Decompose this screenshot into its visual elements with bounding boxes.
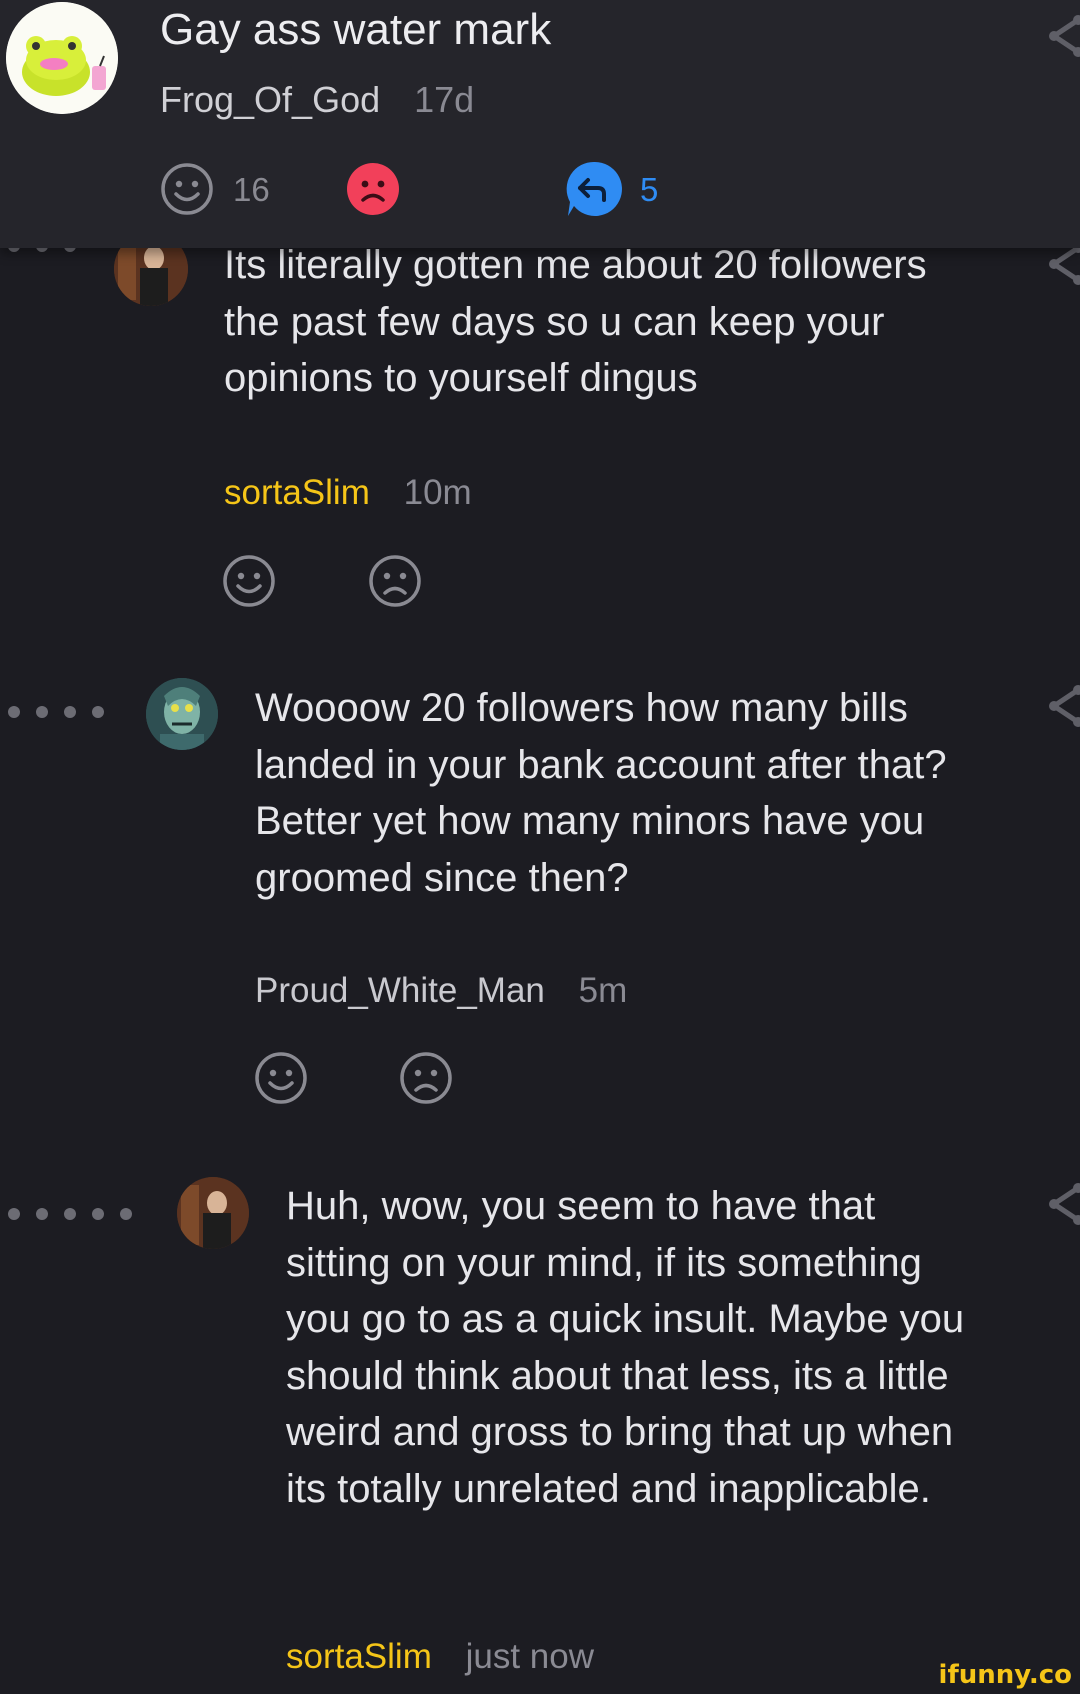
smile-icon[interactable] xyxy=(222,554,276,608)
comment-meta: sortaSlim just now xyxy=(286,1636,594,1678)
avatar[interactable] xyxy=(146,678,218,750)
share-icon[interactable] xyxy=(1040,242,1080,288)
thread-dots-icon xyxy=(8,1208,132,1220)
share-icon[interactable] xyxy=(1040,14,1080,60)
comment-age: 10m xyxy=(403,473,472,512)
top-post-card: Gay ass water mark Frog_Of_God 17d 16 5 xyxy=(0,0,1080,248)
unsmile-icon[interactable] xyxy=(399,1051,453,1105)
watermark: ifunny.co xyxy=(938,1660,1072,1690)
comment-meta: Proud_White_Man 5m xyxy=(255,970,627,1012)
share-icon[interactable] xyxy=(1040,1182,1080,1228)
post-byline: Frog_Of_God 17d xyxy=(160,78,474,122)
unsmile-icon[interactable] xyxy=(346,162,400,216)
post-age: 17d xyxy=(414,79,475,120)
reply-count: 5 xyxy=(640,171,659,208)
comment-author[interactable]: Proud_White_Man xyxy=(255,971,545,1010)
avatar[interactable] xyxy=(177,1177,249,1249)
smile-count: 16 xyxy=(233,171,270,208)
comment-author[interactable]: sortaSlim xyxy=(224,473,370,512)
comment-author[interactable]: sortaSlim xyxy=(286,1637,432,1676)
reply-icon[interactable] xyxy=(566,160,624,218)
comment-text: Huh, wow, you seem to have that sitting … xyxy=(286,1184,965,1511)
comment-text: Woooow 20 followers how many bills lande… xyxy=(255,686,947,900)
smile-icon[interactable] xyxy=(254,1051,308,1105)
share-icon[interactable] xyxy=(1040,684,1080,730)
frog-avatar-icon[interactable] xyxy=(6,2,118,114)
post-author[interactable]: Frog_Of_God xyxy=(160,79,380,120)
unsmile-icon[interactable] xyxy=(368,554,422,608)
comment-age: just now xyxy=(465,1637,595,1676)
comment-text: Its literally gotten me about 20 followe… xyxy=(224,243,927,400)
comment-meta: sortaSlim 10m xyxy=(224,472,472,514)
post-title: Gay ass water mark xyxy=(160,5,552,54)
smile-icon[interactable] xyxy=(160,162,214,216)
comment-age: 5m xyxy=(578,971,628,1010)
thread-dots-icon xyxy=(8,706,104,718)
